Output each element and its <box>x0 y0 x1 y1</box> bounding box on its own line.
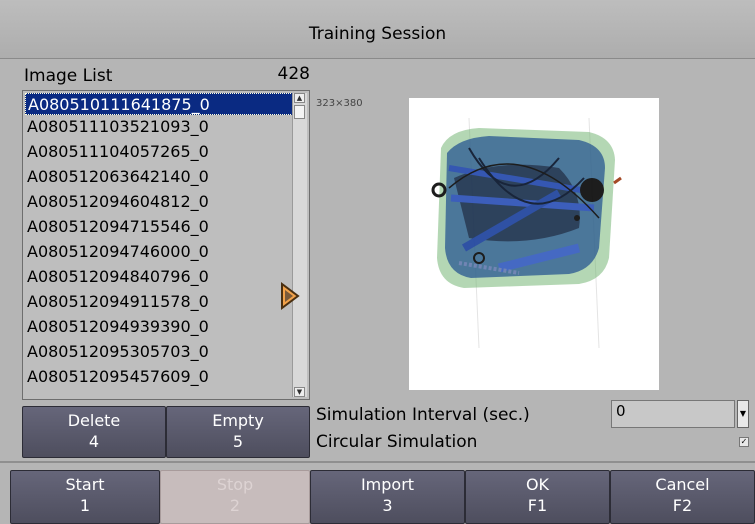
delete-button[interactable]: Delete 4 <box>22 406 166 458</box>
simulation-interval-field[interactable]: 0 <box>611 400 735 428</box>
list-item[interactable]: A080512095457609_0 <box>25 366 295 388</box>
image-list-header: Image List 428 <box>24 64 310 86</box>
image-listbox[interactable]: A080510111641875_0 A080511103521093_0 A0… <box>22 90 310 400</box>
list-item[interactable]: A080511103521093_0 <box>25 116 295 138</box>
title-bar: Training Session <box>0 0 755 59</box>
cancel-button[interactable]: Cancel F2 <box>610 470 755 524</box>
scroll-up-button[interactable]: ▲ <box>294 93 305 103</box>
circular-simulation-checkbox[interactable]: ✓ <box>739 437 749 447</box>
list-item[interactable]: A080512094840796_0 <box>25 266 295 288</box>
circular-simulation-label: Circular Simulation <box>316 432 478 452</box>
image-count: 428 <box>277 64 310 84</box>
divider <box>0 461 755 463</box>
ok-button[interactable]: OK F1 <box>465 470 610 524</box>
list-item[interactable]: A080512094604812_0 <box>25 191 295 213</box>
list-item[interactable]: A080512094715546_0 <box>25 216 295 238</box>
empty-button[interactable]: Empty 5 <box>166 406 310 458</box>
simulation-interval-label: Simulation Interval (sec.) <box>316 405 530 425</box>
list-item[interactable]: A080511104057265_0 <box>25 141 295 163</box>
chevron-down-icon[interactable]: ▼ <box>737 400 749 428</box>
list-item[interactable]: A080512094746000_0 <box>25 241 295 263</box>
mouse-cursor-icon <box>281 282 300 310</box>
scroll-down-button[interactable]: ▼ <box>294 387 305 397</box>
list-item[interactable]: A080512094939390_0 <box>25 316 295 338</box>
list-item[interactable]: A080510111641875_0 <box>25 93 293 115</box>
list-scrollbar[interactable]: ▲ ▼ <box>292 93 307 397</box>
list-item[interactable]: A080512094911578_0 <box>25 291 295 313</box>
import-button[interactable]: Import 3 <box>310 470 465 524</box>
stop-button[interactable]: Stop 2 <box>160 470 310 524</box>
list-item[interactable]: A080512063642140_0 <box>25 166 295 188</box>
xray-preview-image <box>409 98 659 390</box>
window-title: Training Session <box>308 24 447 44</box>
image-dimensions: 323×380 <box>316 98 363 109</box>
list-item[interactable]: A080512095305703_0 <box>25 341 295 363</box>
image-list-label: Image List <box>24 66 113 86</box>
start-button[interactable]: Start 1 <box>10 470 160 524</box>
scroll-thumb[interactable] <box>294 105 305 119</box>
